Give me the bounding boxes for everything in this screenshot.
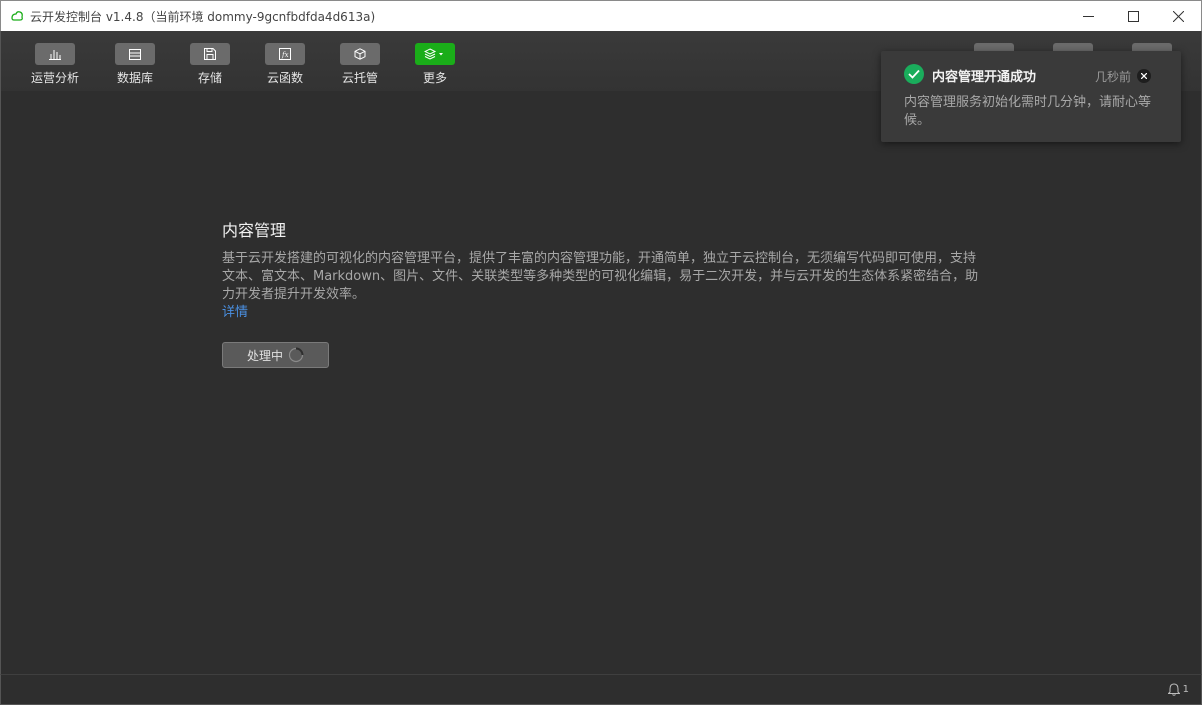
success-check-icon bbox=[904, 64, 924, 84]
toolbar-item-label: 存储 bbox=[197, 71, 222, 85]
details-link[interactable]: 详情 bbox=[222, 304, 248, 322]
section-description: 基于云开发搭建的可视化的内容管理平台，提供了丰富的内容管理功能，开通简单，独立于… bbox=[222, 250, 982, 322]
loading-spinner-icon bbox=[288, 347, 304, 363]
content-management-section: 内容管理 基于云开发搭建的可视化的内容管理平台，提供了丰富的内容管理功能，开通简… bbox=[222, 217, 982, 368]
app-logo-icon bbox=[11, 11, 23, 21]
cube-icon bbox=[340, 43, 380, 65]
toast-close-button[interactable] bbox=[1137, 69, 1151, 83]
close-icon bbox=[1141, 73, 1147, 79]
window-controls bbox=[1066, 1, 1201, 31]
bar-chart-icon bbox=[35, 43, 75, 65]
toolbar-item-label: 运营分析 bbox=[30, 71, 79, 85]
title-bar: 云开发控制台 v1.4.8（当前环境 dommy-9gcnfbdfda4d613… bbox=[0, 0, 1202, 31]
toast-title: 内容管理开通成功 bbox=[932, 70, 1037, 85]
bell-icon bbox=[1167, 683, 1180, 696]
status-bar: 1 bbox=[0, 674, 1202, 705]
description-text: 基于云开发搭建的可视化的内容管理平台，提供了丰富的内容管理功能，开通简单，独立于… bbox=[222, 251, 979, 302]
processing-label: 处理中 bbox=[246, 348, 283, 363]
minimize-icon bbox=[1083, 15, 1094, 17]
toolbar-item-label: 云托管 bbox=[341, 71, 378, 85]
toast-timestamp: 几秒前 bbox=[1095, 70, 1132, 84]
section-title: 内容管理 bbox=[222, 221, 287, 240]
toast-message: 内容管理服务初始化需时几分钟，请耐心等候。 bbox=[904, 95, 1152, 128]
processing-button[interactable]: 处理中 bbox=[222, 342, 329, 368]
toolbar-item-hosting[interactable]: 云托管 bbox=[328, 43, 392, 86]
success-toast: 内容管理开通成功 几秒前 内容管理服务初始化需时几分钟，请耐心等候。 bbox=[881, 51, 1181, 142]
layers-icon bbox=[415, 43, 455, 65]
notification-button[interactable]: 1 bbox=[1167, 683, 1189, 696]
toolbar-item-analytics[interactable]: 运营分析 bbox=[23, 43, 87, 86]
close-icon bbox=[1173, 10, 1184, 22]
maximize-icon bbox=[1128, 10, 1139, 22]
svg-text:fx: fx bbox=[281, 51, 289, 59]
window-title: 云开发控制台 v1.4.8（当前环境 dommy-9gcnfbdfda4d613… bbox=[30, 9, 376, 24]
toolbar-item-label: 数据库 bbox=[116, 71, 153, 85]
maximize-button[interactable] bbox=[1111, 1, 1156, 31]
toolbar-item-more[interactable]: 更多 bbox=[403, 43, 467, 86]
toolbar-item-database[interactable]: 数据库 bbox=[103, 43, 167, 86]
notification-count: 1 bbox=[1182, 684, 1189, 695]
toolbar-item-label: 云函数 bbox=[266, 71, 303, 85]
database-icon bbox=[115, 43, 155, 65]
function-icon: fx bbox=[265, 43, 305, 65]
main-content: 内容管理 基于云开发搭建的可视化的内容管理平台，提供了丰富的内容管理功能，开通简… bbox=[0, 91, 1202, 674]
toolbar-item-functions[interactable]: fx 云函数 bbox=[253, 43, 317, 86]
minimize-button[interactable] bbox=[1066, 1, 1111, 31]
toolbar-item-storage[interactable]: 存储 bbox=[178, 43, 242, 86]
close-button[interactable] bbox=[1156, 1, 1201, 31]
toolbar-item-label: 更多 bbox=[422, 71, 447, 85]
storage-icon bbox=[190, 43, 230, 65]
